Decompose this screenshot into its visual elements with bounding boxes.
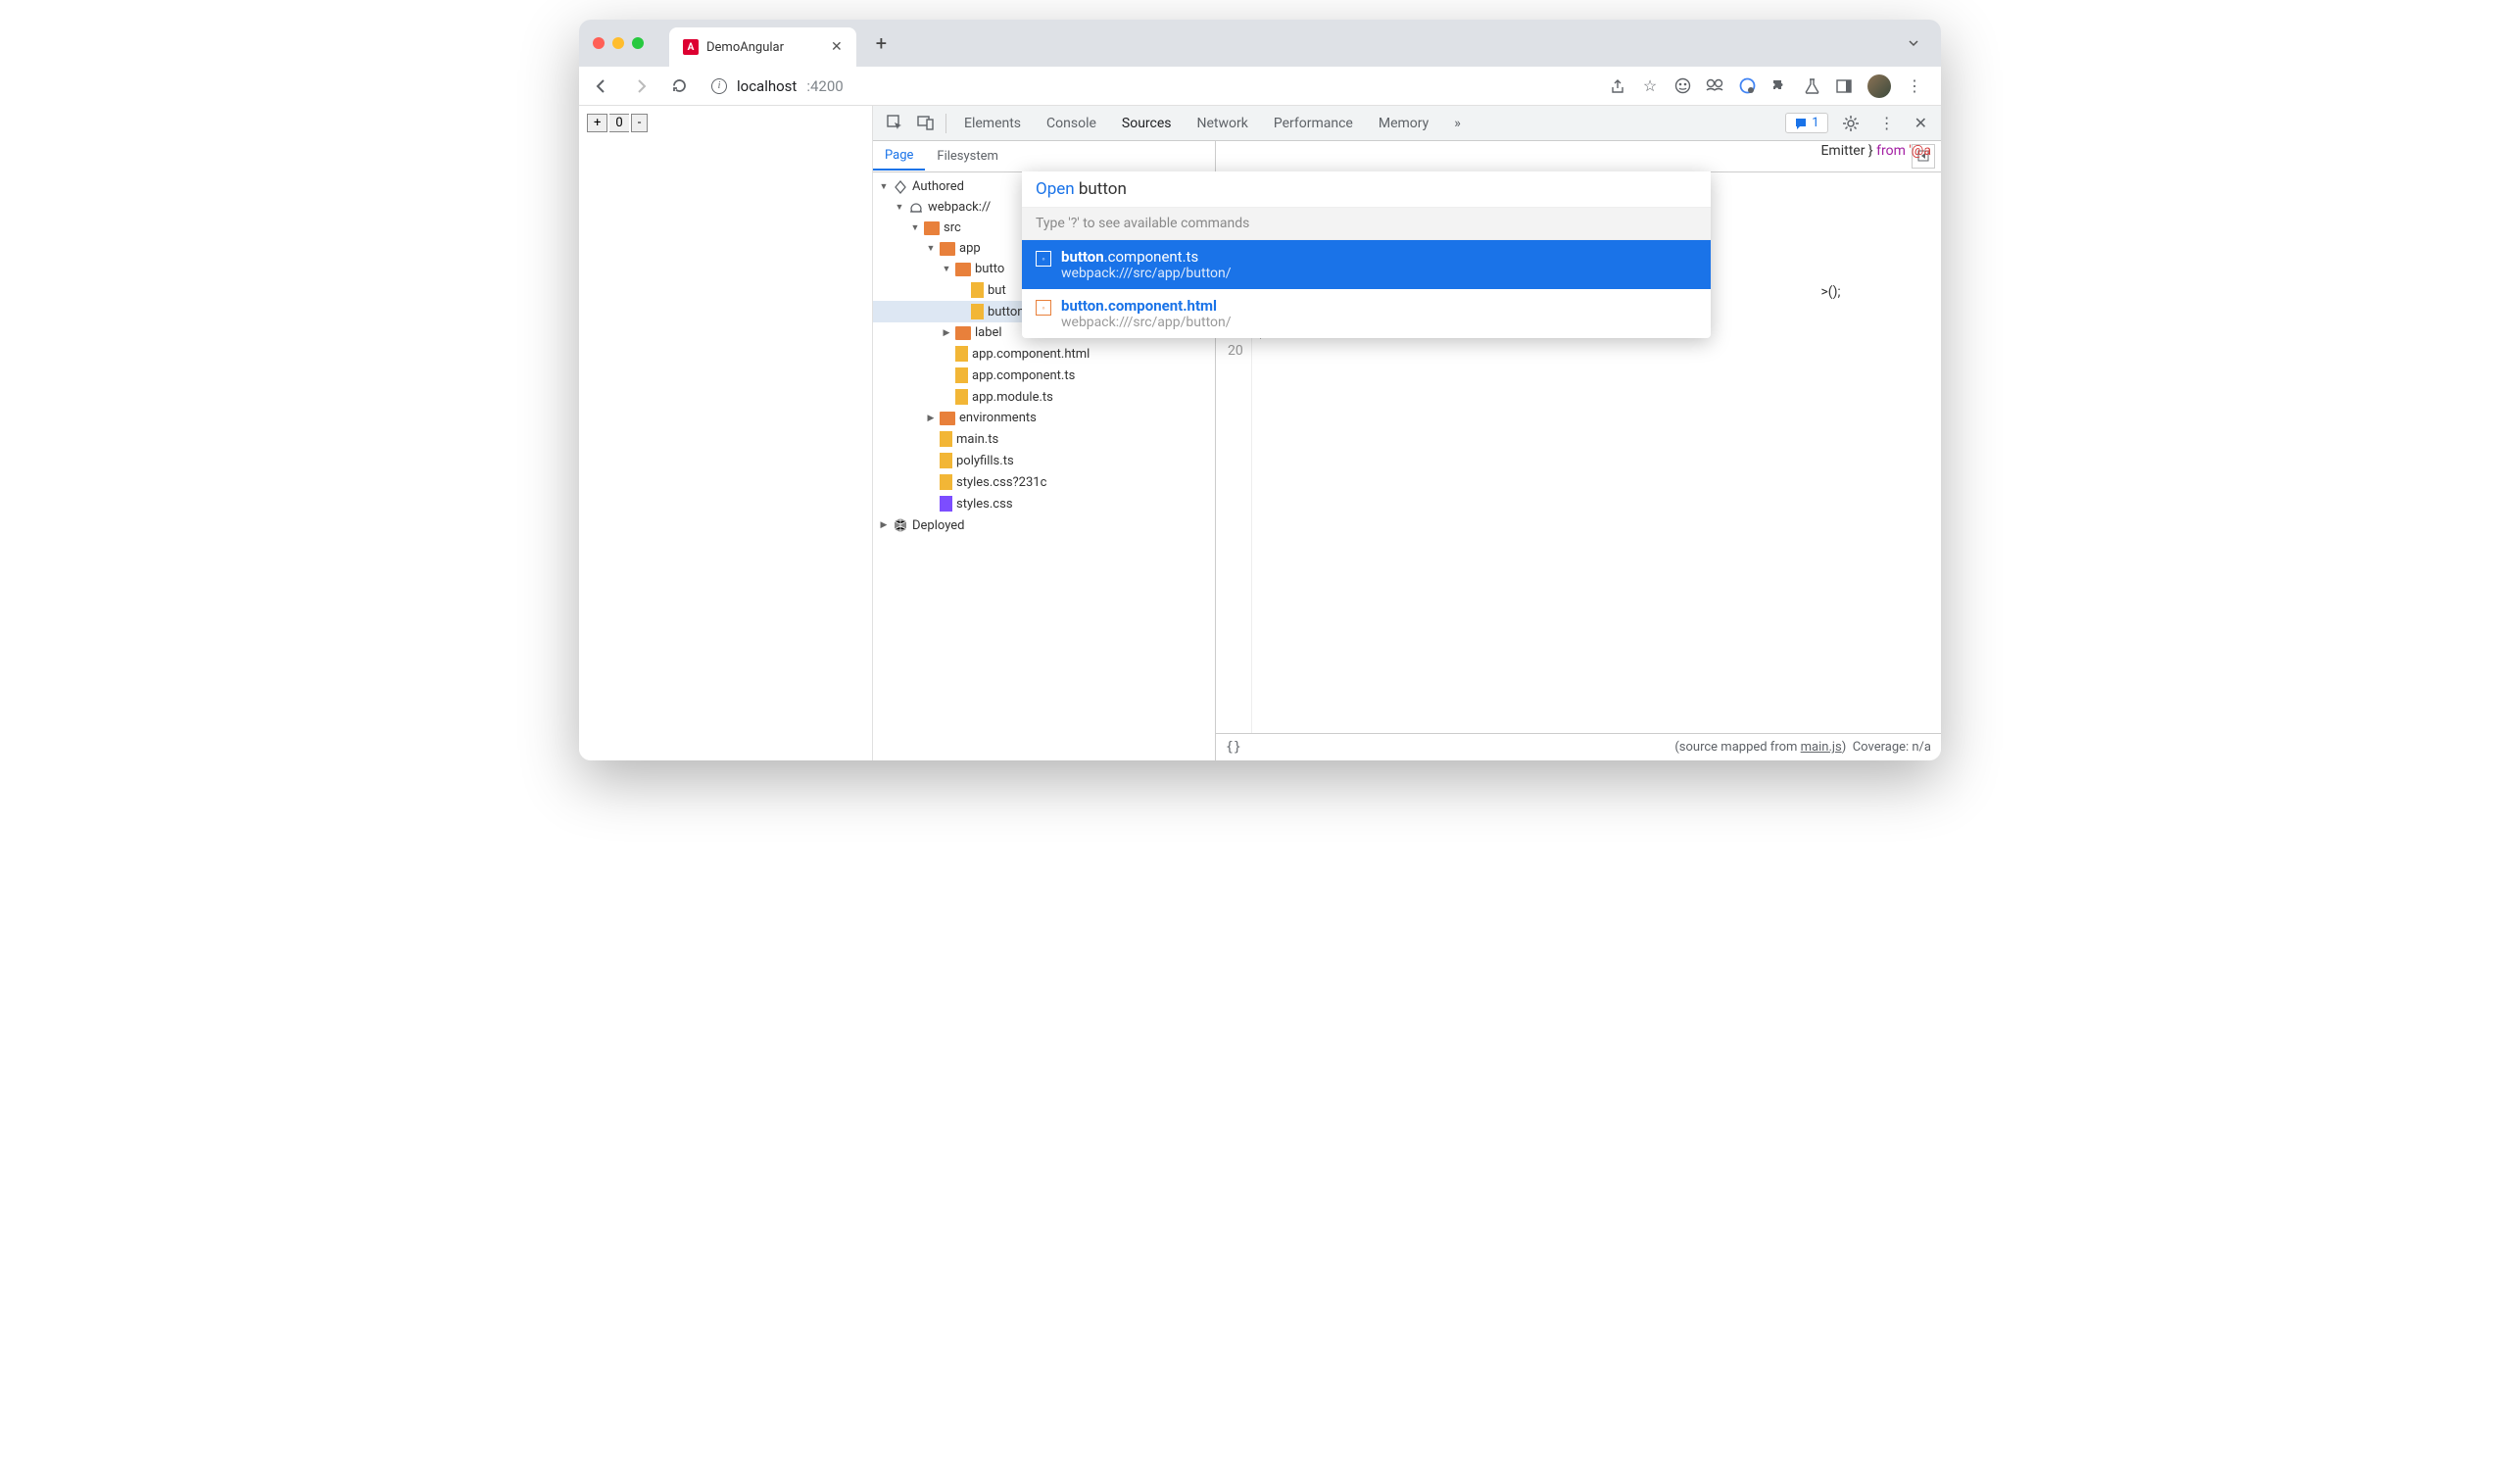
folder-icon xyxy=(940,412,955,425)
url-field[interactable]: i localhost :4200 xyxy=(705,77,1595,95)
content-area: +0- Elements Console Sources Network Per… xyxy=(579,106,1941,760)
close-devtools-icon[interactable]: ✕ xyxy=(1909,110,1933,136)
url-port: :4200 xyxy=(806,77,843,95)
source-map-link[interactable]: main.js xyxy=(1801,740,1842,755)
tab-sources[interactable]: Sources xyxy=(1110,110,1184,137)
tab-list-dropdown[interactable] xyxy=(1900,30,1927,57)
close-window-button[interactable] xyxy=(593,37,605,49)
device-toolbar-icon[interactable] xyxy=(911,111,940,135)
chrome-menu-icon[interactable]: ⋮ xyxy=(1906,77,1923,95)
subtab-filesystem[interactable]: Filesystem xyxy=(925,143,1010,170)
tree-environments[interactable]: ▶environments xyxy=(873,408,1215,428)
devtools-tabs: Elements Console Sources Network Perform… xyxy=(873,106,1941,141)
settings-gear-icon[interactable] xyxy=(1836,111,1866,136)
file-icon xyxy=(940,474,952,490)
toolbar-icons: ☆ ⋮ xyxy=(1609,74,1931,98)
minimize-window-button[interactable] xyxy=(612,37,624,49)
tab-title: DemoAngular xyxy=(706,40,784,55)
folder-icon xyxy=(955,263,971,276)
increment-button[interactable]: + xyxy=(587,114,607,132)
tree-app-module[interactable]: app.module.ts xyxy=(873,386,1215,408)
file-icon xyxy=(955,346,968,362)
editor-status-bar: {} (source mapped from main.js) Coverage… xyxy=(1216,733,1941,760)
devtools-panel: Elements Console Sources Network Perform… xyxy=(873,106,1941,760)
folder-icon xyxy=(940,242,955,256)
forward-button[interactable] xyxy=(628,73,654,99)
extension-icon-2[interactable] xyxy=(1706,77,1723,95)
counter-value: 0 xyxy=(609,114,628,132)
editor-area: Emitter } from '@a>(); 11121314151617181… xyxy=(1216,141,1941,760)
pretty-print-button[interactable]: {} xyxy=(1226,740,1241,755)
back-button[interactable] xyxy=(589,73,614,99)
bookmark-star-icon[interactable]: ☆ xyxy=(1641,77,1659,95)
profile-avatar[interactable] xyxy=(1867,74,1891,98)
tab-console[interactable]: Console xyxy=(1035,110,1108,137)
tree-styles-q[interactable]: styles.css?231c xyxy=(873,471,1215,493)
maximize-window-button[interactable] xyxy=(632,37,644,49)
extensions-puzzle-icon[interactable] xyxy=(1770,77,1788,95)
labs-flask-icon[interactable] xyxy=(1803,77,1820,95)
extension-icon-3[interactable] xyxy=(1738,77,1756,95)
file-icon xyxy=(940,431,952,447)
tree-app-html[interactable]: app.component.html xyxy=(873,343,1215,365)
file-icon xyxy=(971,304,984,319)
tree-app-ts[interactable]: app.component.ts xyxy=(873,365,1215,386)
tab-performance[interactable]: Performance xyxy=(1262,110,1365,137)
tab-elements[interactable]: Elements xyxy=(952,110,1033,137)
new-tab-button[interactable]: + xyxy=(876,31,887,55)
tree-main-ts[interactable]: main.ts xyxy=(873,428,1215,450)
devtools-body: Page Filesystem ▼Authored ▼webpack:// ▼s… xyxy=(873,141,1941,760)
folder-icon xyxy=(955,326,971,340)
side-panel-icon[interactable] xyxy=(1835,77,1853,95)
tab-memory[interactable]: Memory xyxy=(1367,110,1440,137)
file-icon xyxy=(955,367,968,383)
browser-window: A DemoAngular ✕ + i localhost :4200 ☆ ⋮ xyxy=(579,20,1941,760)
devtools-menu-icon[interactable]: ⋮ xyxy=(1873,110,1901,136)
file-icon xyxy=(971,282,984,298)
page-content: +0- xyxy=(579,106,873,760)
file-type-icon: ◦ xyxy=(1036,300,1051,316)
issues-badge[interactable]: 1 xyxy=(1785,113,1827,133)
quick-open-popup: Open button Type '?' to see available co… xyxy=(1022,171,1711,338)
subtab-page[interactable]: Page xyxy=(873,142,925,171)
reload-button[interactable] xyxy=(667,73,692,98)
tab-network[interactable]: Network xyxy=(1186,110,1260,137)
tab-more[interactable]: » xyxy=(1442,110,1473,137)
file-icon xyxy=(955,389,968,405)
decrement-button[interactable]: - xyxy=(631,114,649,132)
site-info-icon[interactable]: i xyxy=(711,78,727,94)
url-host: localhost xyxy=(737,77,797,95)
tree-polyfills[interactable]: polyfills.ts xyxy=(873,450,1215,471)
folder-icon xyxy=(924,221,940,235)
file-icon xyxy=(940,496,952,512)
angular-favicon: A xyxy=(683,39,699,55)
extension-icon-1[interactable] xyxy=(1673,77,1691,95)
sources-subtabs: Page Filesystem xyxy=(873,141,1215,172)
traffic-lights xyxy=(593,37,644,49)
quick-open-result-2[interactable]: ◦ button.component.htmlwebpack:///src/ap… xyxy=(1022,289,1711,338)
quick-open-result-1[interactable]: ◦ button.component.tswebpack:///src/app/… xyxy=(1022,240,1711,289)
tree-deployed[interactable]: ▶Deployed xyxy=(873,514,1215,536)
address-bar: i localhost :4200 ☆ ⋮ xyxy=(579,67,1941,106)
quick-open-hint: Type '?' to see available commands xyxy=(1022,207,1711,240)
file-type-icon: ◦ xyxy=(1036,251,1051,267)
status-info: (source mapped from main.js) Coverage: n… xyxy=(1674,740,1931,755)
titlebar: A DemoAngular ✕ + xyxy=(579,20,1941,67)
quick-open-input[interactable]: Open button xyxy=(1022,171,1711,207)
close-tab-icon[interactable]: ✕ xyxy=(831,39,843,55)
tree-styles[interactable]: styles.css xyxy=(873,493,1215,514)
file-icon xyxy=(940,453,952,468)
inspect-element-icon[interactable] xyxy=(881,111,909,135)
counter-controls: +0- xyxy=(587,114,864,132)
share-icon[interactable] xyxy=(1609,77,1626,95)
browser-tab[interactable]: A DemoAngular ✕ xyxy=(669,27,856,67)
